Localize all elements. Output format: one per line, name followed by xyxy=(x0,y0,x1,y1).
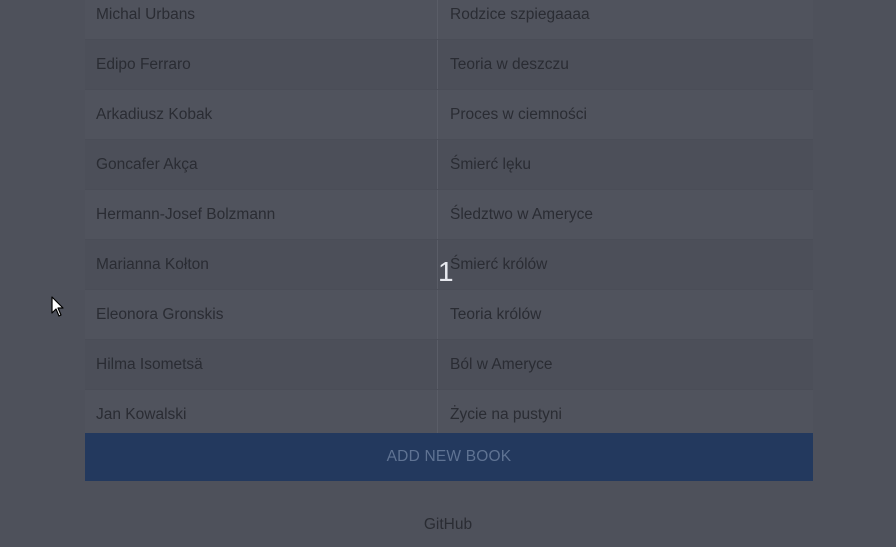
author-cell: Goncafer Akça xyxy=(85,140,438,189)
table-row[interactable]: Hilma Isometsä Ból w Ameryce xyxy=(85,340,813,390)
table-row[interactable]: Michal Urbans Rodzice szpiegaaaa xyxy=(85,0,813,40)
author-cell: Michal Urbans xyxy=(85,0,438,39)
author-cell: Marianna Kołton xyxy=(85,240,438,289)
title-cell: Rodzice szpiegaaaa xyxy=(450,5,590,23)
table-row[interactable]: Goncafer Akça Śmierć lęku xyxy=(85,140,813,190)
author-cell: Hilma Isometsä xyxy=(85,340,438,389)
title-cell: Teoria królów xyxy=(450,305,542,323)
table-row[interactable]: Eleonora Gronskis Teoria królów xyxy=(85,290,813,340)
table-row[interactable]: Edipo Ferraro Teoria w deszczu xyxy=(85,40,813,90)
table-row[interactable]: Hermann-Josef Bolzmann Śledztwo w Ameryc… xyxy=(85,190,813,240)
author-cell: Eleonora Gronskis xyxy=(85,290,438,339)
title-cell: Ból w Ameryce xyxy=(450,355,553,373)
mouse-cursor-icon xyxy=(51,296,64,317)
title-cell: Życie na pustyni xyxy=(450,405,562,423)
author-cell: Arkadiusz Kobak xyxy=(85,90,438,139)
title-cell: Teoria w deszczu xyxy=(450,55,569,73)
title-cell: Proces w ciemności xyxy=(450,105,587,123)
author-cell: Edipo Ferraro xyxy=(85,40,438,89)
title-cell: Śledztwo w Ameryce xyxy=(450,205,593,223)
books-table: Michal Urbans Rodzice szpiegaaaa Edipo F… xyxy=(85,0,813,440)
table-row[interactable]: Arkadiusz Kobak Proces w ciemności xyxy=(85,90,813,140)
title-cell: Śmierć lęku xyxy=(450,155,531,173)
page: Michal Urbans Rodzice szpiegaaaa Edipo F… xyxy=(0,0,896,547)
author-cell: Hermann-Josef Bolzmann xyxy=(85,190,438,239)
github-link[interactable]: GitHub xyxy=(0,516,896,534)
author-cell: Jan Kowalski xyxy=(85,390,438,439)
add-new-book-button[interactable]: ADD NEW BOOK xyxy=(85,433,813,481)
loading-overlay-number: 1 xyxy=(438,256,454,287)
title-cell: Śmierć królów xyxy=(450,255,548,273)
